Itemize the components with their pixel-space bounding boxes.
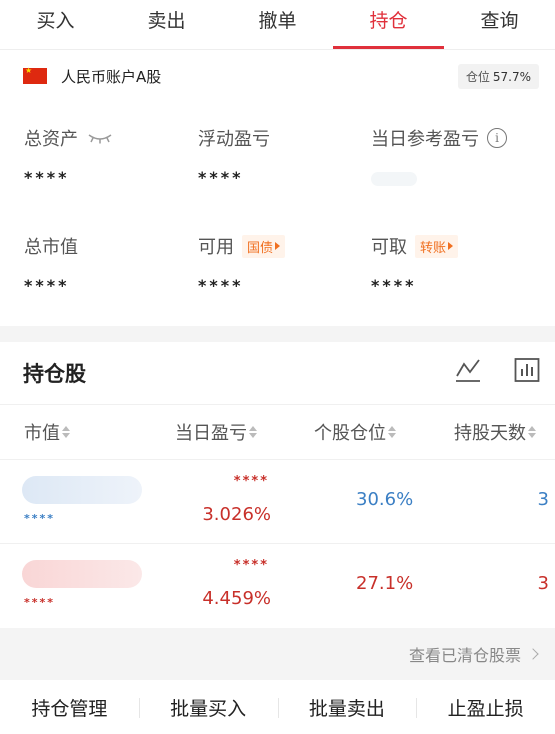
manage-holdings-button[interactable]: 持仓管理 — [0, 694, 139, 721]
stock-code: **** — [24, 512, 56, 525]
triangle-right-icon — [448, 242, 454, 250]
bar-chart-icon[interactable] — [513, 356, 541, 384]
section-divider — [0, 326, 555, 342]
position-badge: 仓位 57.7% — [457, 63, 539, 89]
column-position-label: 个股仓位 — [314, 423, 386, 444]
sort-icon — [528, 426, 536, 438]
available-value: **** — [198, 276, 244, 295]
sort-icon — [62, 426, 70, 438]
table-row[interactable]: **** **** 4.459% 27.1% 3 — [0, 544, 555, 628]
view-cleared-stocks-label: 查看已清仓股票 — [408, 646, 521, 665]
floating-pnl-value: **** — [198, 168, 244, 187]
eye-closed-icon[interactable] — [86, 131, 114, 145]
total-assets: 总资产 **** — [24, 124, 194, 187]
account-row[interactable]: 人民币账户A股 仓位57.7% — [0, 50, 555, 102]
transfer-tag[interactable]: 转账 — [415, 234, 459, 258]
available-label: 可用 — [198, 237, 234, 258]
daily-pnl-amount: **** — [233, 474, 269, 489]
floating-pnl: 浮动盈亏 **** — [198, 124, 368, 187]
stock-name-masked — [22, 560, 142, 588]
view-cleared-stocks-link[interactable]: 查看已清仓股票 — [0, 628, 555, 680]
holding-days: 3 — [537, 489, 549, 510]
floating-pnl-label: 浮动盈亏 — [198, 129, 270, 150]
market-value-label: 总市值 — [24, 237, 78, 258]
daily-pnl-pct: 4.459% — [202, 588, 271, 609]
china-flag-icon — [23, 66, 47, 84]
total-assets-value: **** — [24, 168, 70, 187]
tab-cancel[interactable]: 撤单 — [222, 0, 333, 49]
column-daily-pnl-label: 当日盈亏 — [175, 423, 247, 444]
today-ref-pnl-value — [371, 172, 417, 186]
today-ref-pnl: 当日参考盈亏 i — [371, 124, 551, 186]
sort-icon — [388, 426, 396, 438]
trade-tabs: 买入 卖出 撤单 持仓 查询 — [0, 0, 555, 50]
column-market-value-label: 市值 — [24, 423, 60, 444]
account-name: 人民币账户A股 — [61, 67, 162, 86]
total-assets-label: 总资产 — [24, 129, 78, 150]
treasury-bond-tag-label: 国债 — [247, 240, 274, 256]
column-daily-pnl[interactable]: 当日盈亏 — [175, 419, 257, 445]
holdings-column-headers: 市值 当日盈亏 个股仓位 持股天数 — [0, 404, 555, 460]
table-row[interactable]: **** **** 3.026% 30.6% 3 — [0, 460, 555, 544]
today-ref-pnl-label: 当日参考盈亏 — [371, 129, 479, 150]
market-value: 总市值 **** — [24, 232, 194, 295]
withdrawable: 可取 转账 **** — [371, 232, 541, 295]
tab-query[interactable]: 查询 — [444, 0, 555, 49]
column-holding-days-label: 持股天数 — [454, 423, 526, 444]
available: 可用 国债 **** — [198, 232, 368, 295]
column-holding-days[interactable]: 持股天数 — [454, 419, 536, 445]
batch-buy-button[interactable]: 批量买入 — [138, 694, 278, 721]
daily-pnl-amount: **** — [233, 558, 269, 573]
position-label: 仓位 — [465, 69, 490, 84]
position-pct: 27.1% — [356, 573, 414, 594]
treasury-bond-tag[interactable]: 国债 — [242, 234, 286, 258]
line-chart-icon[interactable] — [454, 356, 482, 384]
market-value-value: **** — [24, 276, 70, 295]
position-pct: 57.7% — [492, 69, 531, 84]
transfer-tag-label: 转账 — [420, 240, 447, 256]
withdrawable-value: **** — [371, 276, 417, 295]
stock-name-masked — [22, 476, 142, 504]
daily-pnl-pct: 3.026% — [202, 504, 271, 525]
holdings-title: 持仓股 — [23, 362, 86, 386]
asset-summary: 总资产 **** 浮动盈亏 **** 当日参考盈亏 i 总市值 **** 可用 … — [0, 102, 555, 322]
tab-sell[interactable]: 卖出 — [111, 0, 222, 49]
tab-holdings[interactable]: 持仓 — [333, 0, 444, 49]
position-pct: 30.6% — [356, 489, 414, 510]
holdings-actions: 持仓管理 批量买入 批量卖出 止盈止损 — [0, 680, 555, 734]
triangle-right-icon — [275, 242, 281, 250]
column-position[interactable]: 个股仓位 — [314, 419, 396, 445]
holding-days: 3 — [537, 573, 549, 594]
info-icon[interactable]: i — [487, 128, 507, 148]
stock-code: **** — [24, 596, 56, 609]
sort-icon — [249, 426, 257, 438]
column-market-value[interactable]: 市值 — [24, 419, 70, 445]
chevron-right-icon — [527, 648, 539, 660]
take-profit-stop-loss-button[interactable]: 止盈止损 — [416, 694, 555, 721]
tab-buy[interactable]: 买入 — [0, 0, 111, 49]
withdrawable-label: 可取 — [371, 237, 407, 258]
batch-sell-button[interactable]: 批量卖出 — [277, 694, 417, 721]
